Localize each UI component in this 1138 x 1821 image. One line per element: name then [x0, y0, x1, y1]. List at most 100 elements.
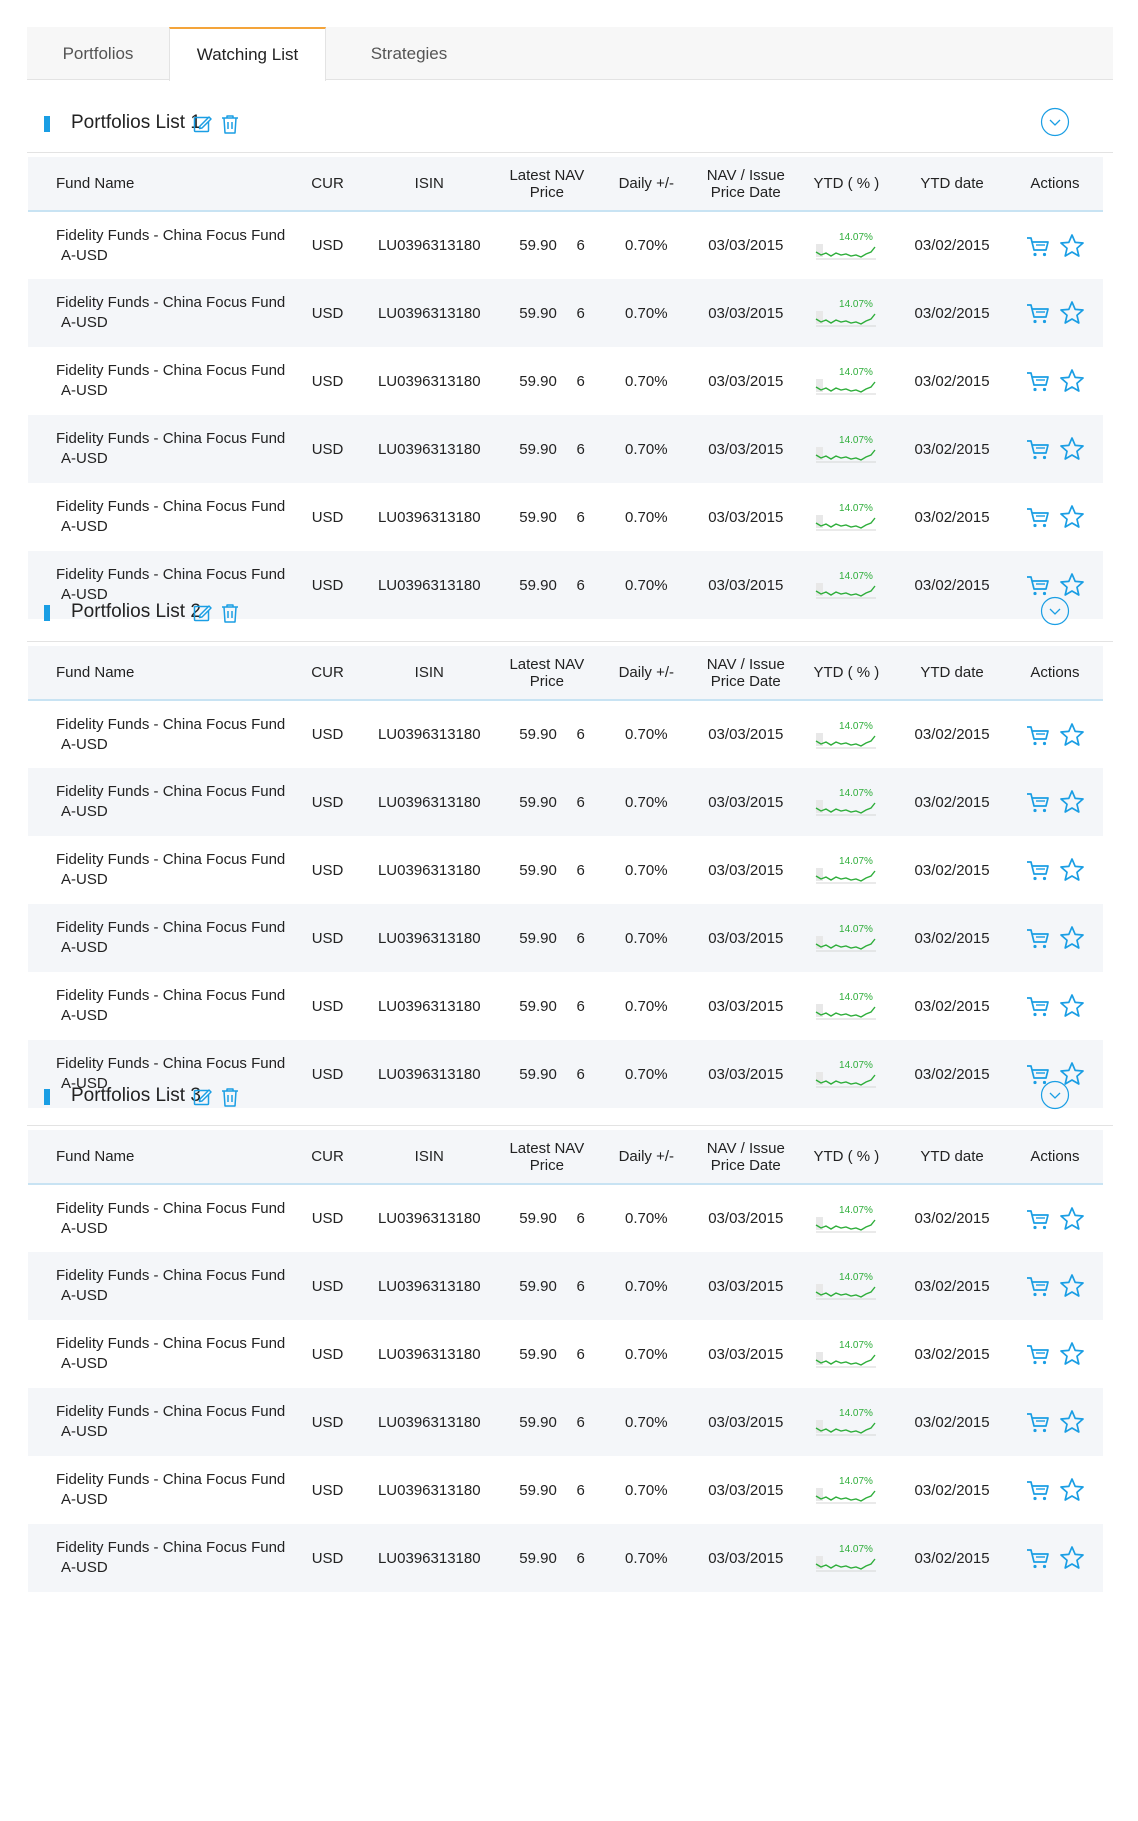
fund-name-cell[interactable]: Fidelity Funds - China Focus Fund A-USD [28, 836, 294, 904]
cart-icon[interactable] [1025, 789, 1051, 815]
col-ytd-date[interactable]: YTD date [897, 646, 1007, 700]
cart-icon[interactable] [1025, 925, 1051, 951]
tab-portfolios[interactable]: Portfolios [27, 27, 169, 80]
table-row[interactable]: Fidelity Funds - China Focus Fund A-USD … [28, 1184, 1103, 1252]
fund-name-cell[interactable]: Fidelity Funds - China Focus Fund A-USD [28, 768, 294, 836]
cart-icon[interactable] [1025, 1545, 1051, 1571]
col-nav-date[interactable]: NAV / Issue Price Date [696, 1130, 795, 1184]
col-daily[interactable]: Daily +/- [597, 646, 696, 700]
cart-icon[interactable] [1025, 233, 1051, 259]
fund-name-cell[interactable]: Fidelity Funds - China Focus Fund A-USD [28, 1388, 294, 1456]
table-row[interactable]: Fidelity Funds - China Focus Fund A-USD … [28, 836, 1103, 904]
table-row[interactable]: Fidelity Funds - China Focus Fund A-USD … [28, 1320, 1103, 1388]
star-icon[interactable] [1059, 1477, 1085, 1503]
chevron-down-circle-icon[interactable] [1040, 1080, 1070, 1110]
col-latest-nav[interactable]: Latest NAV Price [497, 1130, 596, 1184]
table-row[interactable]: Fidelity Funds - China Focus Fund A-USD … [28, 1524, 1103, 1592]
col-nav-date[interactable]: NAV / Issue Price Date [696, 157, 795, 211]
col-cur[interactable]: CUR [294, 157, 362, 211]
cart-icon[interactable] [1025, 1409, 1051, 1435]
fund-name-cell[interactable]: Fidelity Funds - China Focus Fund A-USD [28, 1184, 294, 1252]
col-ytd[interactable]: YTD ( % ) [796, 646, 898, 700]
fund-name-cell[interactable]: Fidelity Funds - China Focus Fund A-USD [28, 1524, 294, 1592]
star-icon[interactable] [1059, 857, 1085, 883]
fund-name-cell[interactable]: Fidelity Funds - China Focus Fund A-USD [28, 211, 294, 279]
trash-icon[interactable] [219, 602, 241, 624]
cart-icon[interactable] [1025, 722, 1051, 748]
cart-icon[interactable] [1025, 1341, 1051, 1367]
trash-icon[interactable] [219, 1086, 241, 1108]
trash-icon[interactable] [219, 113, 241, 135]
cart-icon[interactable] [1025, 1273, 1051, 1299]
col-latest-nav[interactable]: Latest NAV Price [497, 157, 596, 211]
edit-icon[interactable] [192, 602, 214, 624]
col-ytd[interactable]: YTD ( % ) [796, 157, 898, 211]
star-icon[interactable] [1059, 300, 1085, 326]
star-icon[interactable] [1059, 1206, 1085, 1232]
col-daily[interactable]: Daily +/- [597, 157, 696, 211]
cart-icon[interactable] [1025, 1206, 1051, 1232]
star-icon[interactable] [1059, 436, 1085, 462]
table-row[interactable]: Fidelity Funds - China Focus Fund A-USD … [28, 700, 1103, 768]
table-row[interactable]: Fidelity Funds - China Focus Fund A-USD … [28, 768, 1103, 836]
cart-icon[interactable] [1025, 368, 1051, 394]
fund-name-cell[interactable]: Fidelity Funds - China Focus Fund A-USD [28, 279, 294, 347]
fund-name-cell[interactable]: Fidelity Funds - China Focus Fund A-USD [28, 483, 294, 551]
col-fund-name[interactable]: Fund Name [28, 646, 294, 700]
star-icon[interactable] [1059, 1545, 1085, 1571]
fund-name-cell[interactable]: Fidelity Funds - China Focus Fund A-USD [28, 1456, 294, 1524]
fund-name-cell[interactable]: Fidelity Funds - China Focus Fund A-USD [28, 972, 294, 1040]
star-icon[interactable] [1059, 233, 1085, 259]
fund-name-cell[interactable]: Fidelity Funds - China Focus Fund A-USD [28, 904, 294, 972]
fund-name-cell[interactable]: Fidelity Funds - China Focus Fund A-USD [28, 700, 294, 768]
table-row[interactable]: Fidelity Funds - China Focus Fund A-USD … [28, 483, 1103, 551]
chevron-down-circle-icon[interactable] [1040, 596, 1070, 626]
star-icon[interactable] [1059, 504, 1085, 530]
table-row[interactable]: Fidelity Funds - China Focus Fund A-USD … [28, 972, 1103, 1040]
fund-name-cell[interactable]: Fidelity Funds - China Focus Fund A-USD [28, 415, 294, 483]
cart-icon[interactable] [1025, 504, 1051, 530]
tab-watching-list[interactable]: Watching List [169, 27, 326, 81]
edit-icon[interactable] [192, 113, 214, 135]
star-icon[interactable] [1059, 1273, 1085, 1299]
star-icon[interactable] [1059, 789, 1085, 815]
star-icon[interactable] [1059, 1341, 1085, 1367]
table-row[interactable]: Fidelity Funds - China Focus Fund A-USD … [28, 904, 1103, 972]
col-ytd[interactable]: YTD ( % ) [796, 1130, 898, 1184]
col-isin[interactable]: ISIN [361, 1130, 497, 1184]
table-row[interactable]: Fidelity Funds - China Focus Fund A-USD … [28, 1388, 1103, 1456]
cart-icon[interactable] [1025, 993, 1051, 1019]
col-fund-name[interactable]: Fund Name [28, 1130, 294, 1184]
chevron-down-circle-icon[interactable] [1040, 107, 1070, 137]
star-icon[interactable] [1059, 1409, 1085, 1435]
table-row[interactable]: Fidelity Funds - China Focus Fund A-USD … [28, 415, 1103, 483]
table-row[interactable]: Fidelity Funds - China Focus Fund A-USD … [28, 1252, 1103, 1320]
cart-icon[interactable] [1025, 1477, 1051, 1503]
table-row[interactable]: Fidelity Funds - China Focus Fund A-USD … [28, 1456, 1103, 1524]
star-icon[interactable] [1059, 993, 1085, 1019]
cart-icon[interactable] [1025, 300, 1051, 326]
cart-icon[interactable] [1025, 436, 1051, 462]
table-row[interactable]: Fidelity Funds - China Focus Fund A-USD … [28, 211, 1103, 279]
fund-name-cell[interactable]: Fidelity Funds - China Focus Fund A-USD [28, 1320, 294, 1388]
col-isin[interactable]: ISIN [361, 646, 497, 700]
edit-icon[interactable] [192, 1086, 214, 1108]
col-isin[interactable]: ISIN [361, 157, 497, 211]
col-ytd-date[interactable]: YTD date [897, 157, 1007, 211]
col-cur[interactable]: CUR [294, 1130, 362, 1184]
col-daily[interactable]: Daily +/- [597, 1130, 696, 1184]
star-icon[interactable] [1059, 722, 1085, 748]
cart-icon[interactable] [1025, 857, 1051, 883]
star-icon[interactable] [1059, 925, 1085, 951]
col-nav-date[interactable]: NAV / Issue Price Date [696, 646, 795, 700]
tab-strategies[interactable]: Strategies [326, 27, 492, 80]
star-icon[interactable] [1059, 368, 1085, 394]
table-row[interactable]: Fidelity Funds - China Focus Fund A-USD … [28, 279, 1103, 347]
col-fund-name[interactable]: Fund Name [28, 157, 294, 211]
fund-name-cell[interactable]: Fidelity Funds - China Focus Fund A-USD [28, 347, 294, 415]
col-cur[interactable]: CUR [294, 646, 362, 700]
table-row[interactable]: Fidelity Funds - China Focus Fund A-USD … [28, 347, 1103, 415]
col-ytd-date[interactable]: YTD date [897, 1130, 1007, 1184]
col-latest-nav[interactable]: Latest NAV Price [497, 646, 596, 700]
fund-name-cell[interactable]: Fidelity Funds - China Focus Fund A-USD [28, 1252, 294, 1320]
